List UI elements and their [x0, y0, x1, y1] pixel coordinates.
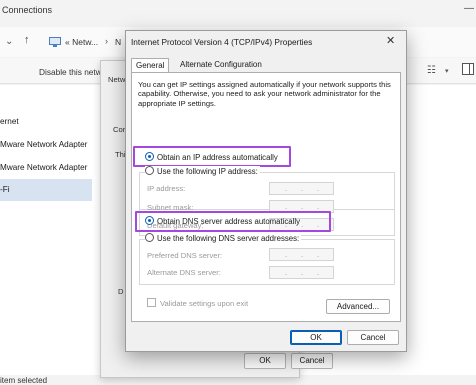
- explorer-window-title: Connections: [2, 5, 53, 15]
- list-item[interactable]: Mware Network Adapter: [0, 157, 92, 178]
- minimize-button[interactable]: —: [464, 3, 474, 14]
- mid-label-netw: Netw: [108, 75, 126, 84]
- preview-pane-icon[interactable]: [462, 63, 474, 75]
- list-item[interactable]: -Fi: [0, 179, 92, 201]
- list-item[interactable]: Mware Network Adapter: [0, 134, 92, 155]
- chevron-down-icon[interactable]: ⌄: [5, 36, 13, 47]
- radio-selected-icon: [145, 152, 154, 161]
- mid-ok-button[interactable]: OK: [244, 353, 286, 369]
- ip-auto-radio[interactable]: Obtain an IP address automatically: [145, 152, 278, 164]
- tab-general[interactable]: General: [131, 58, 170, 73]
- radio-selected-icon: [145, 216, 154, 225]
- breadcrumb-next[interactable]: N: [115, 37, 121, 47]
- dialog-title: Internet Protocol Version 4 (TCP/IPv4) P…: [131, 37, 313, 47]
- preferred-dns-label: Preferred DNS server:: [147, 251, 223, 260]
- breadcrumb-separator: ›: [105, 36, 108, 46]
- validate-label: Validate settings upon exit: [160, 299, 249, 308]
- checkbox-icon: [147, 298, 156, 307]
- up-arrow-icon[interactable]: ↑: [24, 34, 30, 46]
- explorer-titlebar: [0, 0, 476, 26]
- ok-button[interactable]: OK: [290, 330, 342, 345]
- mid-cancel-button[interactable]: Cancel: [291, 353, 333, 369]
- preferred-dns-field[interactable]: ...: [269, 248, 334, 261]
- list-item[interactable]: ernet: [0, 111, 92, 132]
- radio-empty-icon: [145, 233, 154, 242]
- view-icon[interactable]: ☷: [427, 65, 436, 76]
- status-bar: item selected: [0, 376, 48, 385]
- network-icon: [49, 37, 61, 47]
- dns-auto-label: Obtain DNS server address automatically: [157, 217, 301, 226]
- disable-network-button[interactable]: Disable this netw: [39, 67, 102, 77]
- dns-auto-radio[interactable]: Obtain DNS server address automatically: [145, 216, 300, 228]
- cancel-button[interactable]: Cancel: [347, 330, 399, 345]
- description-text: You can get IP settings assigned automat…: [138, 80, 391, 108]
- advanced-button[interactable]: Advanced...: [326, 299, 390, 314]
- dns-manual-radio[interactable]: Use the following DNS server addresses:: [145, 233, 302, 245]
- alternate-dns-label: Alternate DNS server:: [147, 268, 221, 277]
- view-dropdown-icon[interactable]: ▾: [445, 67, 449, 75]
- breadcrumb[interactable]: « Netw...: [65, 37, 98, 47]
- tab-alternate-configuration[interactable]: Alternate Configuration: [176, 58, 266, 72]
- mid-label-d: D: [118, 287, 124, 296]
- ip-auto-label: Obtain an IP address automatically: [157, 153, 278, 162]
- validate-checkbox[interactable]: Validate settings upon exit: [147, 298, 248, 308]
- close-icon[interactable]: ✕: [386, 35, 395, 47]
- dns-group-frame: [139, 239, 395, 285]
- dns-manual-label: Use the following DNS server addresses:: [157, 234, 300, 243]
- alternate-dns-field[interactable]: ...: [269, 266, 334, 279]
